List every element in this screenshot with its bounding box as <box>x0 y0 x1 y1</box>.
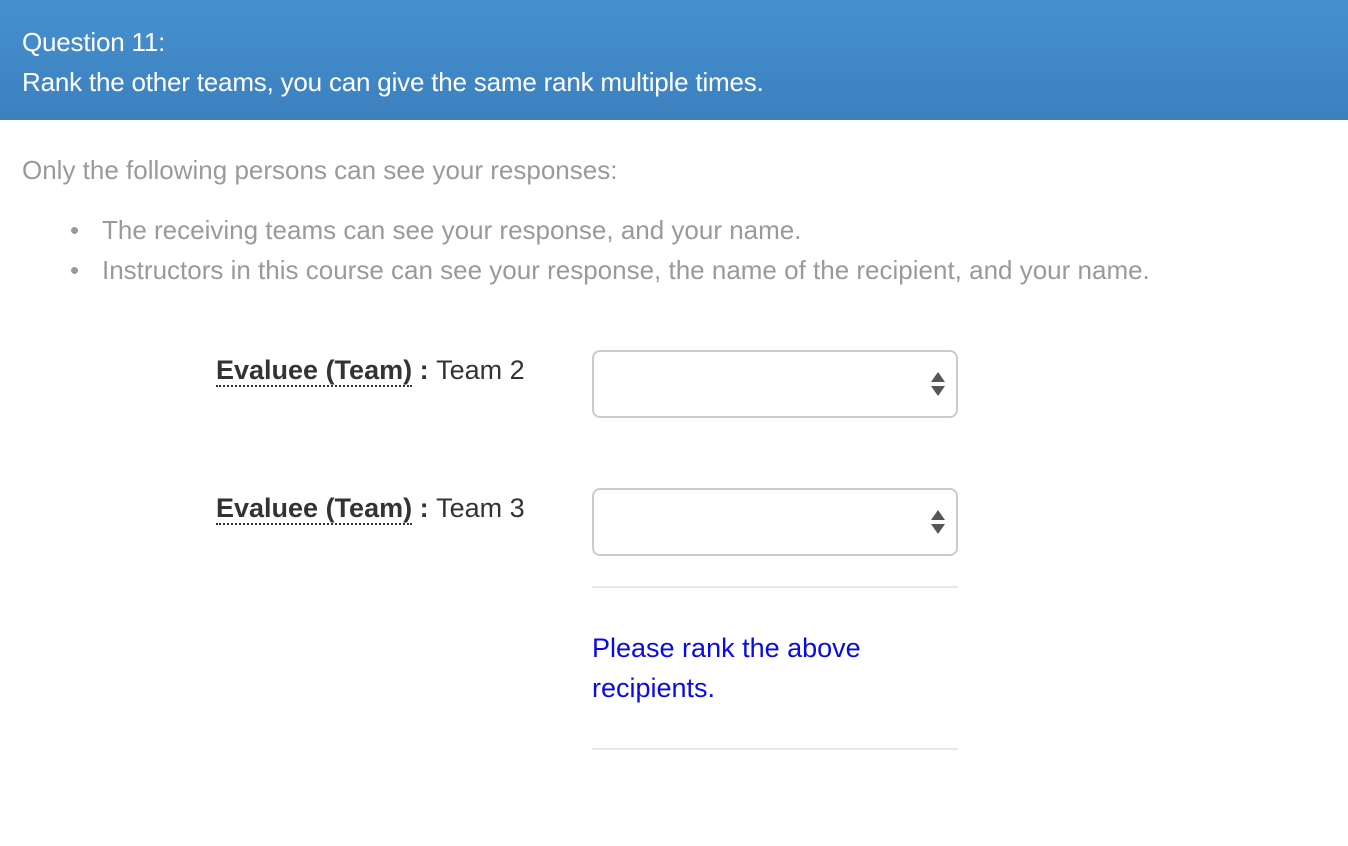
recipient-role: Evaluee (Team) <box>216 493 413 525</box>
visibility-item: • The receiving teams can see your respo… <box>22 210 1150 250</box>
visibility-intro: Only the following persons can see your … <box>22 155 618 185</box>
recipient-label: Evaluee (Team) : Team 2 <box>216 350 525 390</box>
visibility-item-text: The receiving teams can see your respons… <box>102 215 802 245</box>
divider-top <box>592 586 958 588</box>
select-arrows-icon <box>930 508 946 538</box>
recipient-separator: : <box>412 355 437 385</box>
select-arrows-icon <box>930 370 946 400</box>
recipient-name: Team 2 <box>436 355 525 385</box>
recipient-name: Team 3 <box>436 493 525 523</box>
visibility-info: Only the following persons can see your … <box>22 150 1150 290</box>
bullet-icon: • <box>70 255 80 285</box>
question-text: Rank the other teams, you can give the s… <box>22 67 764 97</box>
bullet-icon: • <box>70 215 80 245</box>
recipient-label: Evaluee (Team) : Team 3 <box>216 488 525 528</box>
divider-bottom <box>592 748 958 750</box>
visibility-list: • The receiving teams can see your respo… <box>22 210 1150 290</box>
visibility-item: • Instructors in this course can see you… <box>22 250 1150 290</box>
recipient-role: Evaluee (Team) <box>216 355 413 387</box>
recipient-separator: : <box>412 493 437 523</box>
rank-select[interactable] <box>592 488 958 556</box>
rank-select[interactable] <box>592 350 958 418</box>
rank-message: Please rank the above recipients. <box>592 633 861 703</box>
question-number: Question 11: <box>22 27 166 57</box>
visibility-item-text: Instructors in this course can see your … <box>102 255 1150 285</box>
question-header: Question 11: Rank the other teams, you c… <box>0 0 1348 120</box>
